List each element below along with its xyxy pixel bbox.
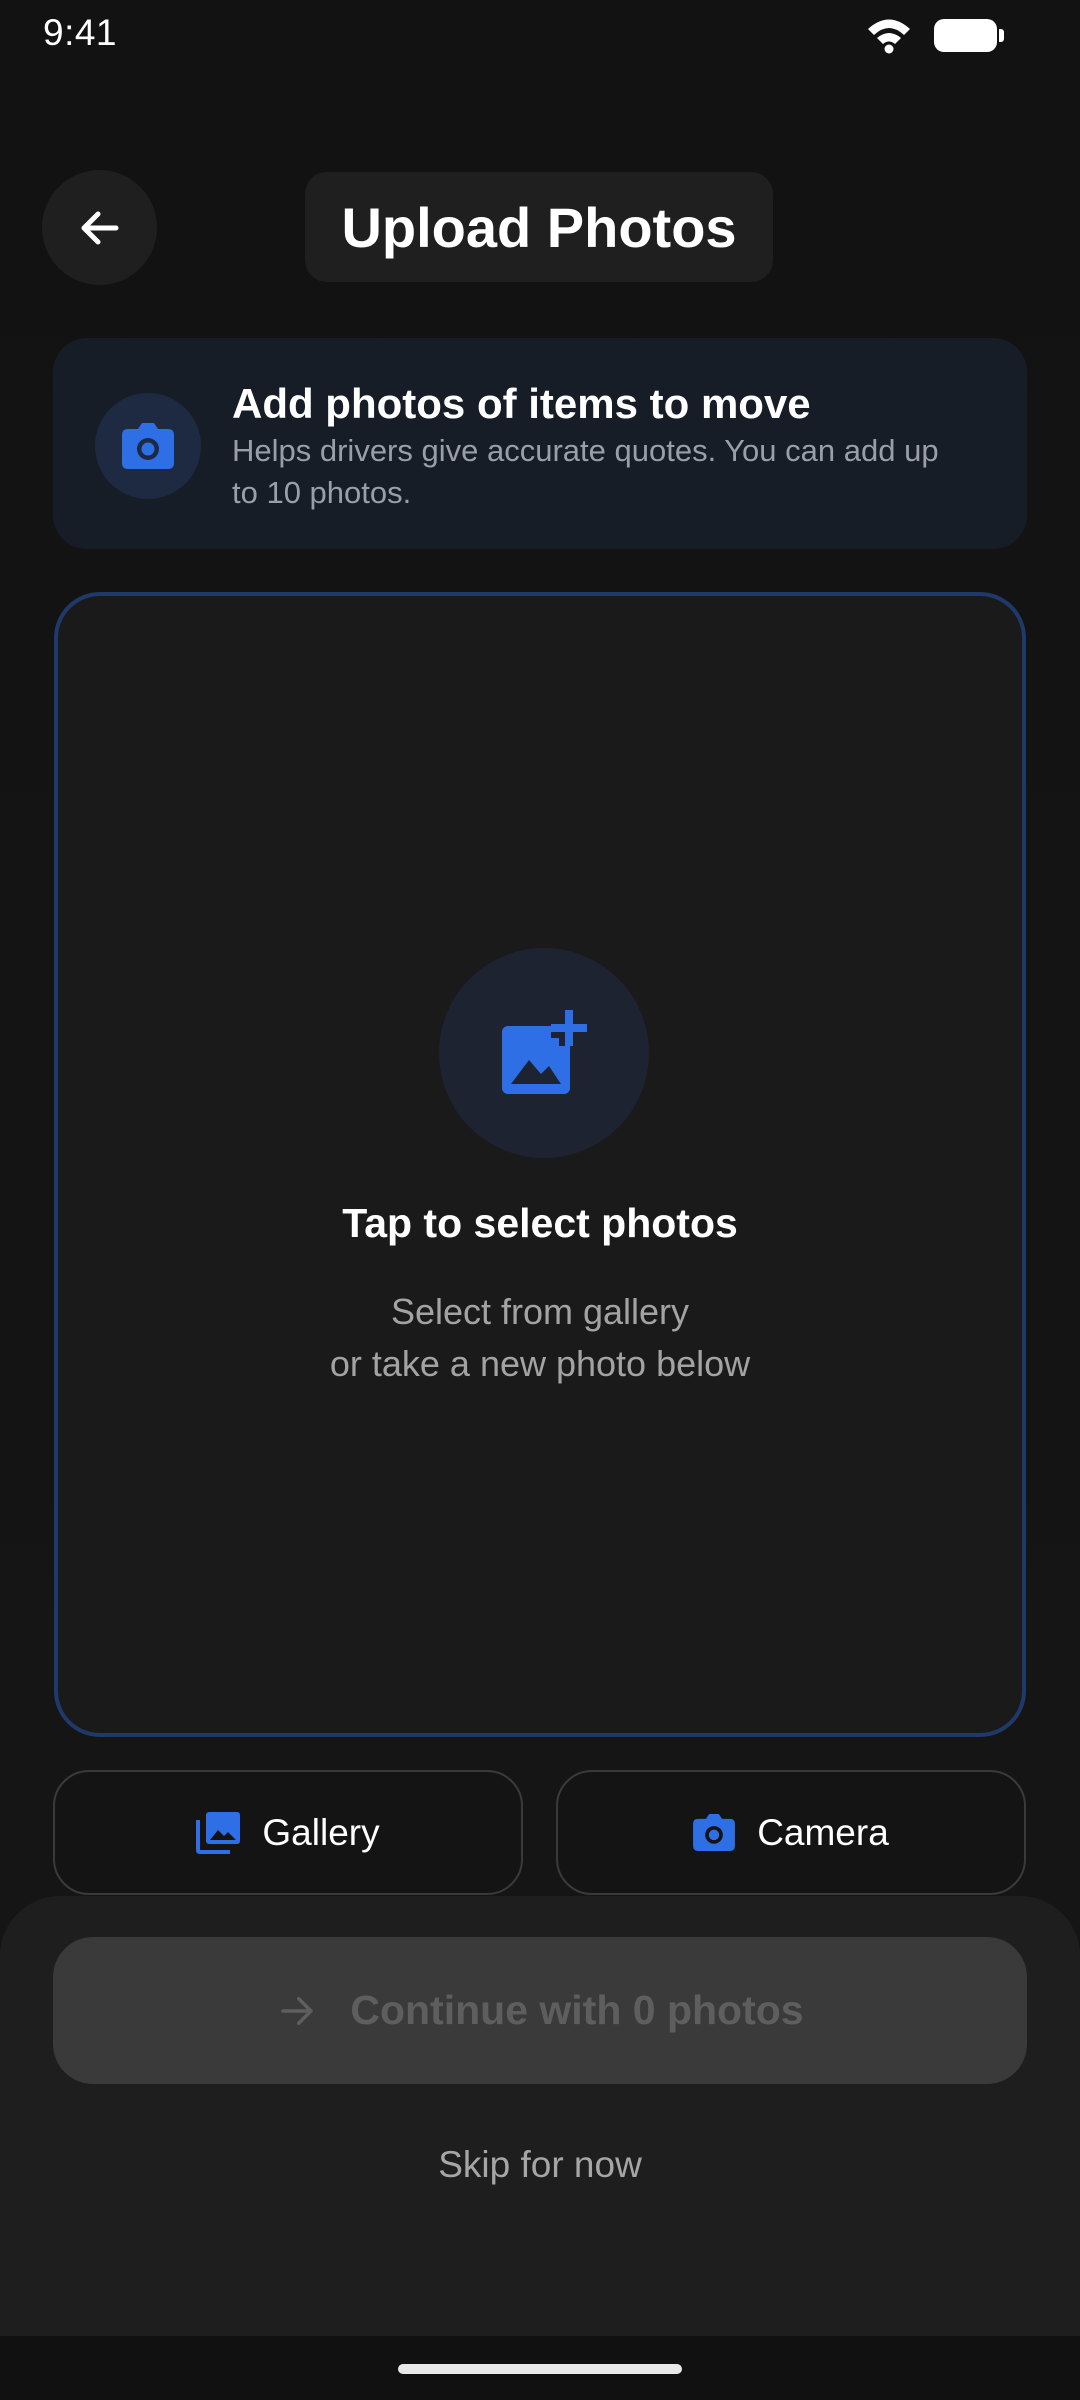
drop-zone-title: Tap to select photos: [342, 1200, 738, 1246]
gallery-icon: [196, 1811, 241, 1854]
title-pill: Upload Photos: [305, 172, 773, 282]
upload-photos-screen: 9:41 Upload Photos Add photos of items t…: [0, 0, 1080, 2400]
camera-label: Camera: [757, 1811, 889, 1853]
back-button[interactable]: [42, 170, 157, 285]
home-indicator[interactable]: [398, 2364, 682, 2374]
arrow-left-icon: [81, 211, 118, 244]
status-time: 9:41: [43, 12, 118, 53]
info-icon-wrap: [95, 393, 201, 499]
continue-button[interactable]: Continue with 0 photos: [53, 1937, 1027, 2084]
gallery-label: Gallery: [262, 1811, 380, 1853]
camera-button[interactable]: Camera: [556, 1770, 1026, 1895]
page-title: Upload Photos: [341, 195, 737, 259]
camera-icon: [693, 1814, 736, 1851]
camera-icon: [122, 423, 174, 469]
drop-zone-subtitle-line1: Select from gallery: [390, 1291, 690, 1332]
photo-drop-zone[interactable]: Tap to select photos Select from gallery…: [54, 592, 1026, 1737]
continue-label: Continue with 0 photos: [350, 1987, 804, 2033]
status-bar: 9:41: [0, 0, 1080, 70]
drop-zone-subtitle-line2: or take a new photo below: [329, 1343, 751, 1384]
info-card: Add photos of items to move Helps driver…: [53, 338, 1027, 549]
info-description: Helps drivers give accurate quotes. You …: [232, 433, 939, 510]
add-photo-circle: [439, 948, 649, 1158]
battery-icon: [934, 16, 1004, 54]
gallery-button[interactable]: Gallery: [53, 1770, 523, 1895]
info-title: Add photos of items to move: [232, 380, 811, 427]
skip-for-now-link[interactable]: Skip for now: [0, 2144, 1080, 2186]
arrow-right-icon: [281, 1996, 314, 2025]
add-photo-icon: [502, 1010, 587, 1094]
bottom-sheet: Continue with 0 photos Skip for now: [0, 1896, 1080, 2336]
drop-zone-subtitle: Select from gallery or take a new photo …: [58, 1286, 1022, 1390]
wifi-icon: [868, 19, 910, 54]
status-icons: [866, 16, 1004, 54]
